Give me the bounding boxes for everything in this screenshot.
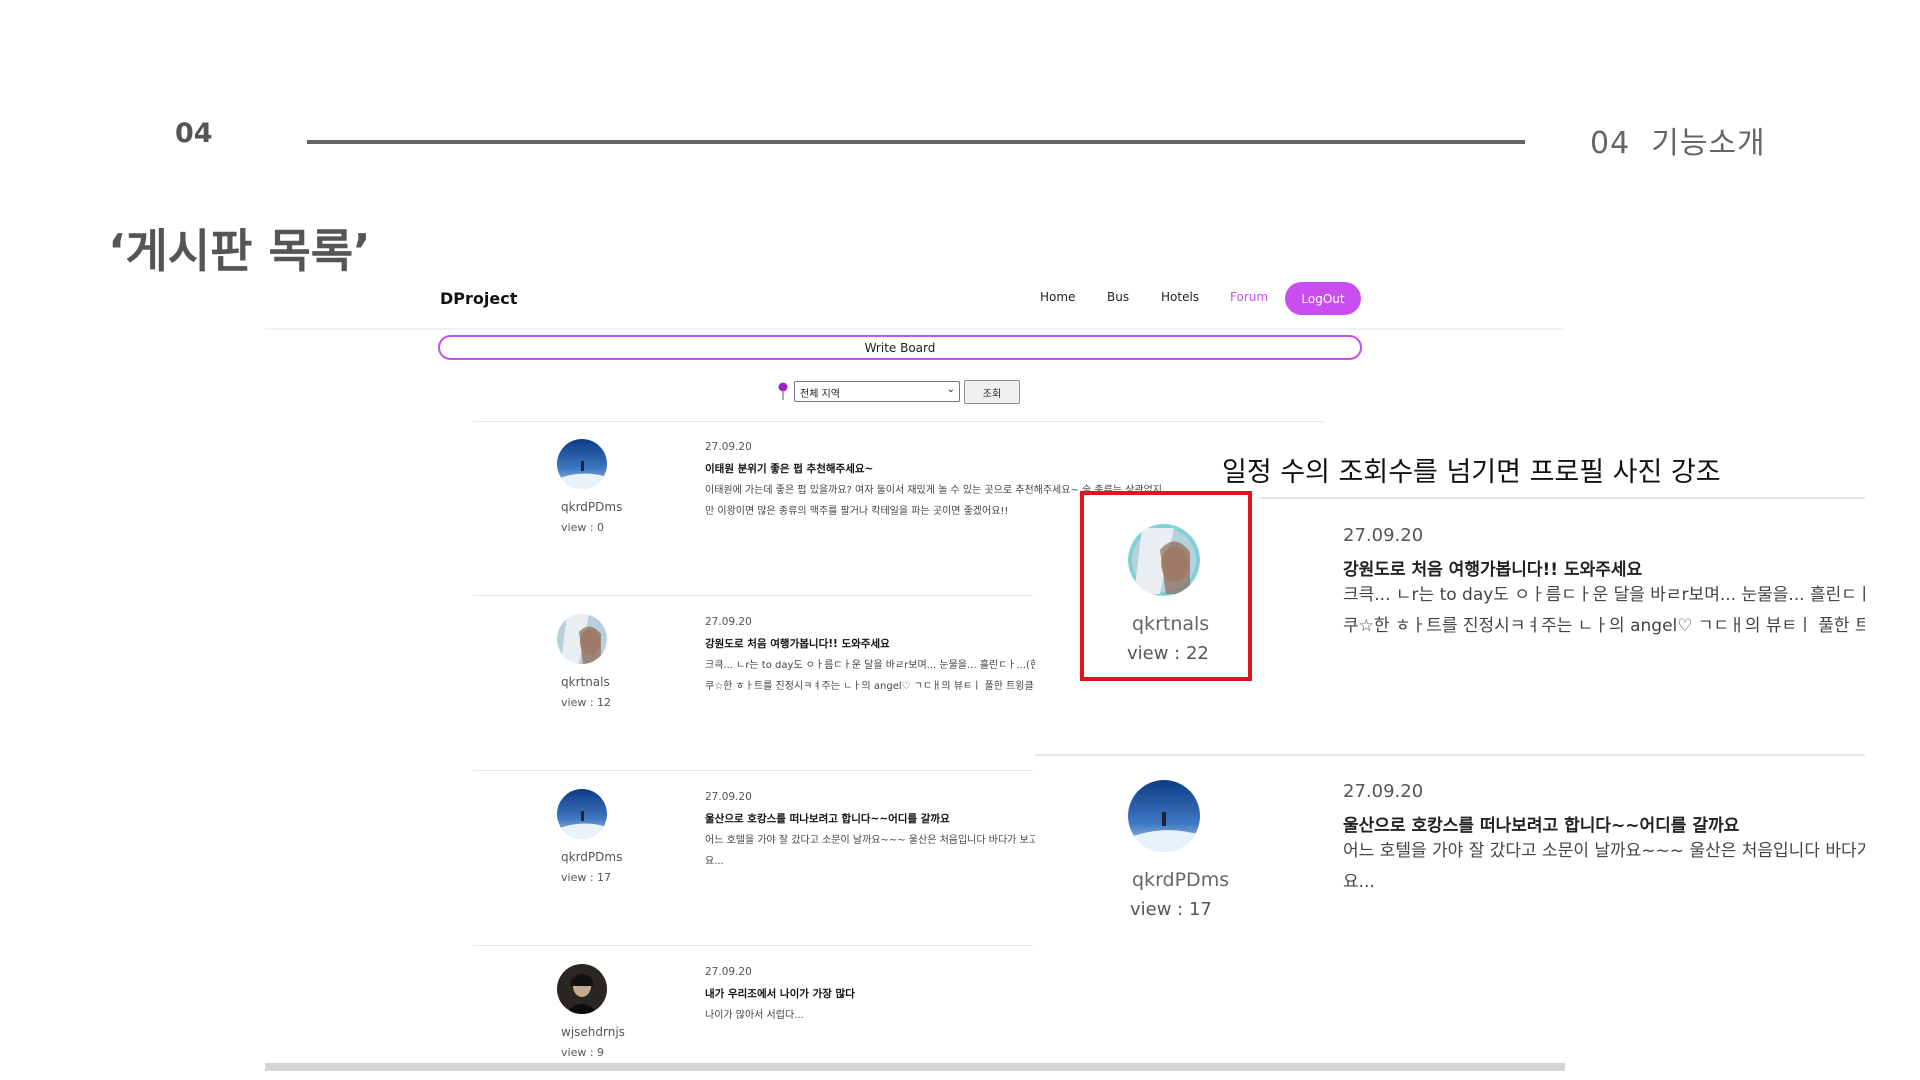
post-date: 27.09.20 — [705, 791, 752, 803]
post-body-line: 크큭... ㄴr는 to day도 ㅇㅏ름ㄷㅏ운 달을 바ㄹr보며... 눈물을… — [1343, 585, 1865, 605]
row-divider — [473, 770, 1033, 771]
annotation-text: 일정 수의 조회수를 넘기면 프로필 사진 강조 — [1222, 457, 1721, 488]
brand-logo[interactable]: DProject — [440, 289, 517, 308]
row-divider — [473, 421, 1325, 422]
post-body-line: 쿠☆한 ㅎㅏ트를 진정시ㅋㅕ주는 ㄴㅏ의 angel♡ ㄱㄷㅐ의 뷰ㅌㅣ 풀한 … — [705, 681, 1034, 692]
post-body: 나이가 많아서 서럽다... — [705, 1005, 1035, 1026]
post-date: 27.09.20 — [705, 441, 752, 453]
map-pin-icon — [778, 382, 788, 400]
post-body: 크큭... ㄴr는 to day도 ㅇㅏ름ㄷㅏ운 달을 바ㄹr보며... 눈물을… — [1343, 580, 1865, 642]
navbar-divider — [265, 328, 1565, 330]
header-rule — [307, 140, 1525, 144]
nav-home[interactable]: Home — [1040, 290, 1075, 304]
post-date: 27.09.20 — [705, 616, 752, 628]
post-title[interactable]: 울산으로 호캉스를 떠나보려고 합니다~~어디를 갈까요 — [705, 811, 950, 826]
section-title: 04 기능소개 — [1590, 126, 1766, 161]
row-divider — [473, 595, 1033, 596]
write-board-button[interactable]: Write Board — [438, 335, 1362, 360]
post-views: view : 9 — [561, 1046, 605, 1059]
avatar[interactable] — [557, 614, 607, 664]
nav-bus[interactable]: Bus — [1107, 290, 1129, 304]
post-body: 크큭... ㄴr는 to day도 ㅇㅏ름ㄷㅏ운 달을 바ㄹr보며... 눈물을… — [705, 655, 1035, 697]
post-title[interactable]: 강원도로 처음 여행가봅니다!! 도와주세요 — [1343, 555, 1642, 580]
post-body-line: 어느 호텔을 가야 잘 갔다고 소문이 날까요~~~ 울산은 처음입니다 바다가… — [705, 835, 1035, 846]
post-body-line: 크큭... ㄴr는 to day도 ㅇㅏ름ㄷㅏ운 달을 바ㄹr보며... 눈물을… — [705, 660, 1035, 671]
region-select[interactable]: 전체 지역 ⌄ — [794, 381, 960, 402]
nav-hotels[interactable]: Hotels — [1161, 290, 1199, 304]
highlight-box — [1080, 491, 1252, 681]
post-date: 27.09.20 — [1343, 525, 1424, 546]
slide-heading: ‘게시판 목록’ — [108, 224, 371, 278]
post-title[interactable]: 내가 우리조에서 나이가 가장 많다 — [705, 986, 855, 1001]
post-views: view : 0 — [561, 521, 605, 534]
zoom-row-divider — [1260, 497, 1865, 499]
post-username[interactable]: qkrdPDms — [1132, 869, 1229, 891]
logout-button[interactable]: LogOut — [1285, 282, 1361, 315]
region-select-value: 전체 지역 — [800, 389, 840, 400]
post-views: view : 17 — [1130, 899, 1212, 920]
zoom-row-divider — [1035, 754, 1865, 756]
slide-number: 04 — [175, 118, 213, 149]
post-body-line: 요... — [705, 856, 724, 867]
post-username[interactable]: qkrdPDms — [561, 850, 622, 864]
search-button[interactable]: 조회 — [964, 380, 1020, 404]
nav-forum[interactable]: Forum — [1230, 290, 1268, 304]
post-body-line: 어느 호텔을 가야 잘 갔다고 소문이 날까요~~~ 울산은 처음입니다 바다가… — [1343, 841, 1865, 861]
post-username[interactable]: qkrdPDms — [561, 500, 622, 514]
avatar[interactable] — [557, 439, 607, 489]
screenshot-bottom-bar — [265, 1063, 1565, 1071]
post-date: 27.09.20 — [705, 966, 752, 978]
post-body-line: 나이가 많아서 서럽다... — [705, 1010, 804, 1021]
post-title[interactable]: 이태원 분위기 좋은 펍 추천해주세요~ — [705, 461, 873, 476]
avatar[interactable] — [1128, 780, 1200, 852]
post-views: view : 17 — [561, 871, 612, 884]
avatar[interactable] — [557, 964, 607, 1014]
post-body: 어느 호텔을 가야 잘 갔다고 소문이 날까요~~~ 울산은 처음입니다 바다가… — [1343, 836, 1865, 898]
post-body-line: 요... — [1343, 872, 1375, 892]
post-body-line: 쿠☆한 ㅎㅏ트를 진정시ㅋㅕ주는 ㄴㅏ의 angel♡ ㄱㄷㅐ의 뷰ㅌㅣ 풀한 … — [1343, 616, 1865, 636]
post-date: 27.09.20 — [1343, 781, 1424, 802]
post-title[interactable]: 울산으로 호캉스를 떠나보려고 합니다~~어디를 갈까요 — [1343, 811, 1739, 836]
post-username[interactable]: qkrtnals — [561, 675, 610, 689]
avatar[interactable] — [557, 789, 607, 839]
chevron-down-icon: ⌄ — [946, 384, 955, 395]
post-body: 어느 호텔을 가야 잘 갔다고 소문이 날까요~~~ 울산은 처음입니다 바다가… — [705, 830, 1035, 872]
post-views: view : 12 — [561, 696, 612, 709]
post-title[interactable]: 강원도로 처음 여행가봅니다!! 도와주세요 — [705, 636, 890, 651]
row-divider — [473, 945, 1033, 946]
post-username[interactable]: wjsehdrnjs — [561, 1025, 625, 1039]
